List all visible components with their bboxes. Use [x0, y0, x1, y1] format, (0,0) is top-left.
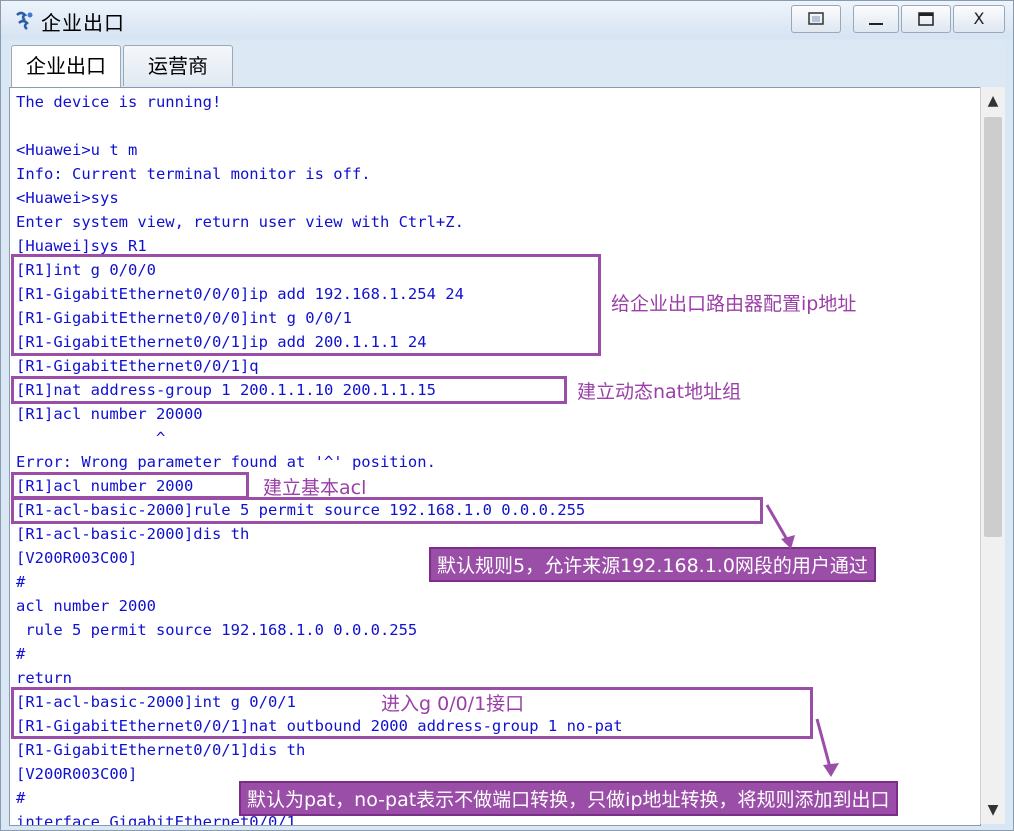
tab-bar: 企业出口 运营商: [9, 41, 1005, 88]
terminal-line: #: [16, 573, 26, 591]
nat-group-annotation: 建立动态nat地址组: [577, 381, 742, 403]
maximize-button[interactable]: [901, 5, 951, 33]
rule5-highlight: [11, 497, 763, 524]
terminal-line: #: [16, 789, 26, 807]
terminal-line: <Huawei>sys: [16, 189, 119, 207]
terminal-line: [R1-acl-basic-2000]dis th: [16, 525, 250, 543]
arrow-icon: [765, 504, 795, 549]
maximize-icon: [918, 12, 934, 26]
terminal-line: acl number 2000: [16, 597, 156, 615]
restore-icon: [808, 12, 824, 25]
restore-button[interactable]: [791, 5, 841, 33]
ip-config-annotation: 给企业出口路由器配置ip地址: [611, 293, 857, 315]
terminal-line: The device is running!: [16, 93, 222, 111]
rule5-annotation: 默认规则5，允许来源192.168.1.0网段的用户通过: [429, 547, 876, 582]
vertical-scrollbar[interactable]: ▲ ▼: [980, 87, 1005, 824]
terminal-line: [R1-GigabitEthernet0/0/1]dis th: [16, 741, 306, 759]
terminal-line: Error: Wrong parameter found at '^' posi…: [16, 453, 436, 471]
arrow-icon: [815, 718, 839, 777]
terminal-line: <Huawei>u t m: [16, 141, 138, 159]
terminal-line: #: [16, 645, 26, 663]
close-button[interactable]: X: [953, 5, 1005, 33]
terminal-line: ^: [16, 429, 166, 447]
minimize-button[interactable]: [853, 5, 899, 33]
basic-acl-annotation: 建立基本acl: [263, 477, 367, 499]
terminal-line: [V200R003C00]: [16, 765, 138, 783]
ip-config-highlight: [11, 254, 601, 356]
enter-iface-annotation: 进入g 0/0/1接口: [381, 693, 525, 715]
network-app-icon: [16, 11, 33, 30]
title-bar[interactable]: 企业出口 X: [1, 1, 1013, 39]
terminal-line: [R1-GigabitEthernet0/0/1]q: [16, 357, 259, 375]
basic-acl-highlight: [11, 472, 249, 499]
app-window: 企业出口 X 企业出口 运营商 The device is running! <H…: [0, 0, 1014, 831]
scroll-down-icon[interactable]: ▼: [981, 796, 1005, 824]
minimize-icon: [869, 23, 883, 25]
window-title: 企业出口: [41, 11, 125, 35]
nat-group-highlight: [11, 376, 567, 404]
scroll-up-icon[interactable]: ▲: [981, 87, 1005, 115]
terminal-line: Enter system view, return user view with…: [16, 213, 464, 231]
scroll-thumb[interactable]: [984, 117, 1002, 537]
terminal-line: [V200R003C00]: [16, 549, 138, 567]
tab-isp[interactable]: 运营商: [123, 45, 233, 86]
pat-annotation: 默认为pat，no-pat表示不做端口转换，只做ip地址转换，将规则添加到出口: [239, 781, 898, 816]
terminal-line: [R1]acl number 20000: [16, 405, 203, 423]
terminal-line: rule 5 permit source 192.168.1.0 0.0.0.2…: [16, 621, 418, 639]
terminal-line: Info: Current terminal monitor is off.: [16, 165, 371, 183]
tab-enterprise-exit[interactable]: 企业出口: [11, 45, 121, 88]
